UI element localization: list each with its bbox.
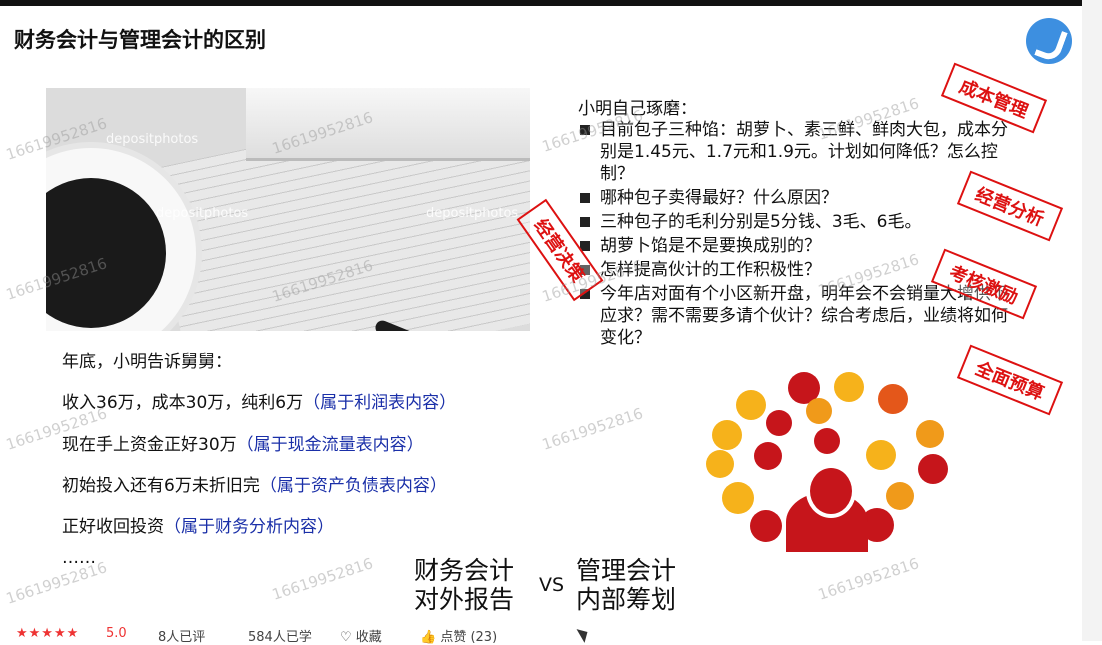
mouse-cursor-icon: [576, 625, 592, 643]
wifi-icon: [766, 410, 792, 436]
line-note: （属于利润表内容）: [303, 393, 457, 413]
line-note: （属于资产负债表内容）: [259, 476, 447, 496]
statement-line: 正好收回投资（属于财务分析内容）: [62, 512, 334, 537]
collect-button[interactable]: ♡ 收藏: [340, 626, 382, 645]
phone-icon: [754, 442, 782, 470]
app-logo-icon: [1026, 18, 1072, 64]
heart-icon: [712, 420, 742, 450]
chat-icon: [722, 482, 754, 514]
financial-accounting-label: 财务会计 对外报告: [414, 556, 514, 614]
line-note: （属于现金流量表内容）: [236, 435, 424, 455]
person-headset-icon: [786, 464, 868, 552]
watermark: 16619952816: [269, 554, 376, 604]
heart-outline-icon: ♡: [340, 630, 352, 645]
right-scroll-gutter[interactable]: [1082, 0, 1102, 641]
line-note: （属于财务分析内容）: [164, 517, 334, 537]
collect-label: 收藏: [355, 630, 382, 645]
right-title: 小明自己琢磨：: [578, 99, 697, 119]
statement-line: 现在手上资金正好30万（属于现金流量表内容）: [62, 430, 424, 455]
question-list: 目前包子三种馅：胡萝卜、素三鲜、鲜肉大包，成本分别是1.45元、1.7元和1.9…: [578, 119, 1018, 351]
rating-score: 5.0: [106, 626, 127, 641]
rating-stars-icon[interactable]: ★★★★★: [16, 626, 79, 641]
watermark: 16619952816: [539, 404, 646, 454]
smile-icon: [834, 372, 864, 402]
headphones-icon: [878, 384, 908, 414]
line-text: 收入36万，成本30万，纯利6万: [62, 393, 304, 413]
management-accounting-label: 管理会计 内部筹划: [576, 556, 676, 614]
accounting-photo: depositphotos depositphotos depositphoto…: [46, 88, 530, 331]
intro-text: 年底，小明告诉舅舅：: [62, 352, 232, 372]
compare-right-bottom: 内部筹划: [576, 585, 677, 614]
music-icon: [706, 450, 734, 478]
ellipsis: ……: [62, 548, 96, 568]
rated-count: 8人已评: [158, 630, 206, 645]
list-item: 三种包子的毛利分别是5分钱、3毛、6毛。: [578, 211, 1018, 233]
stamp-overall-budget: 全面预算: [956, 344, 1064, 416]
line-text: 初始投入还有6万未折旧完: [62, 476, 260, 496]
statement-line: 初始投入还有6万未折旧完（属于资产负债表内容）: [62, 471, 447, 496]
like-label: 点赞 (23): [440, 630, 498, 645]
learned-count: 584人已学: [248, 630, 312, 645]
home-icon: [916, 420, 944, 448]
compare-left-top: 财务会计: [414, 556, 515, 585]
bird-icon: [918, 454, 948, 484]
speaker-icon: [806, 398, 832, 424]
compare-left-bottom: 对外报告: [414, 585, 515, 614]
photo-watermark: depositphotos: [156, 206, 249, 221]
thumbs-up-icon: 👍: [420, 630, 437, 645]
like-button[interactable]: 👍 点赞 (23): [420, 626, 497, 645]
line-text: 正好收回投资: [62, 517, 164, 537]
open-book: [246, 88, 530, 161]
watermark: 16619952816: [815, 554, 922, 604]
list-item: 今年店对面有个小区新开盘，明年会不会销量大增供不应求？需不需要多请个伙计？综合考…: [578, 283, 1018, 349]
compare-right-top: 管理会计: [576, 556, 677, 585]
note-icon: [886, 482, 914, 510]
photo-watermark: depositphotos: [106, 132, 199, 147]
mail-icon: [736, 390, 766, 420]
list-item: 哪种包子卖得最好？什么原因？: [578, 187, 1018, 209]
page-title: 财务会计与管理会计的区别: [14, 28, 266, 52]
line-text: 现在手上资金正好30万: [62, 435, 237, 455]
statement-line: 收入36万，成本30万，纯利6万（属于利润表内容）: [62, 388, 456, 413]
people-icon: [814, 428, 840, 454]
top-border: [0, 0, 1082, 6]
list-item: 目前包子三种馅：胡萝卜、素三鲜、鲜肉大包，成本分别是1.45元、1.7元和1.9…: [578, 119, 1018, 185]
briefcase-icon: [750, 510, 782, 542]
clock-icon: [866, 440, 896, 470]
vs-label: VS: [539, 574, 565, 596]
photo-watermark: depositphotos: [426, 206, 519, 221]
